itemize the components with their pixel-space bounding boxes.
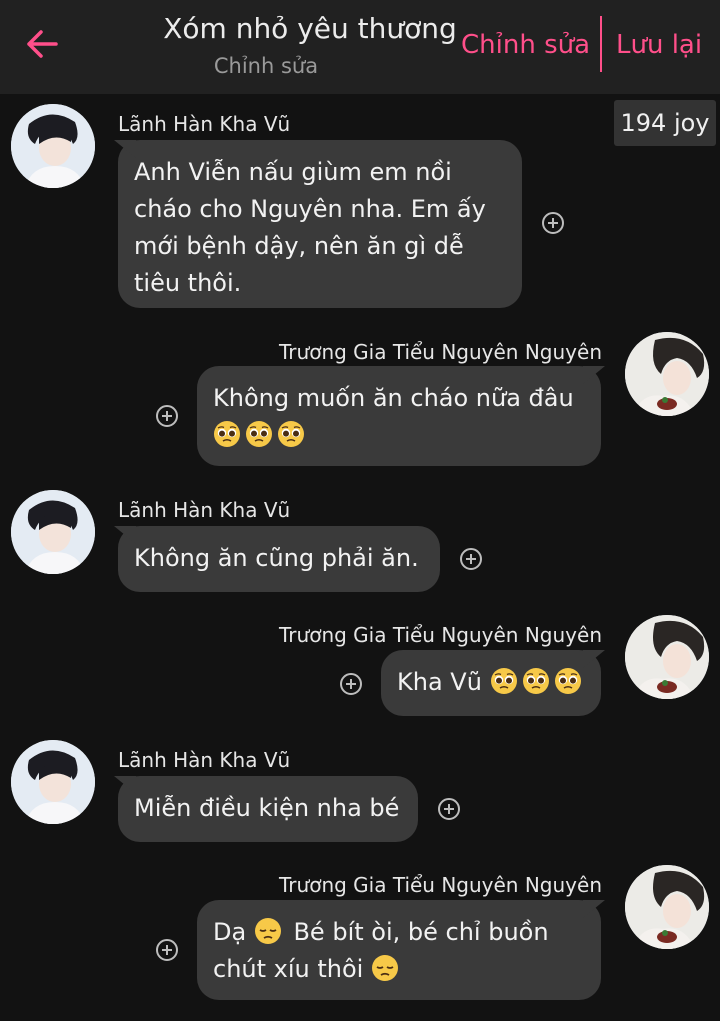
sender-name: Trương Gia Tiểu Nguyên Nguyên [279,623,602,647]
pleading-face-icon [490,667,518,695]
message-bubble[interactable]: Không ăn cũng phải ăn. [118,526,440,592]
sender-name: Lãnh Hàn Kha Vũ [118,748,291,772]
message-text: Kha Vũ [397,668,482,696]
page-title: Xóm nhỏ yêu thương [163,12,457,45]
sender-name: Trương Gia Tiểu Nguyên Nguyên [279,340,602,364]
emoji-row [213,417,601,454]
sender-name: Lãnh Hàn Kha Vũ [118,498,291,522]
sender-name: Trương Gia Tiểu Nguyên Nguyên [279,873,602,897]
message-line: Anh Viễn nấu giùm em nồi [134,158,452,186]
avatar-kha-vu[interactable] [11,104,95,188]
back-arrow-icon [27,30,58,58]
pleading-face-icon [245,420,273,448]
edit-button[interactable]: Chỉnh sửa [461,30,590,60]
header-divider [600,16,602,72]
message-line: chút xíu thôi [213,951,601,988]
pleading-face-icon [277,420,305,448]
add-reaction-icon[interactable] [156,939,178,961]
pleading-face-icon [213,420,241,448]
disappointed-face-icon [254,917,282,945]
pleading-face-icon [522,667,550,695]
joy-badge: 194 joy [614,100,716,146]
message-bubble[interactable]: Không muốn ăn cháo nữa đâu [197,366,601,466]
add-reaction-icon[interactable] [542,212,564,234]
message-bubble[interactable]: Dạ Bé bít òi, bé chỉ buồn chút xíu thôi [197,900,601,1000]
message-text: Không muốn ăn cháo nữa đâu [213,384,574,412]
sender-name: Lãnh Hàn Kha Vũ [118,112,291,136]
top-bar: Xóm nhỏ yêu thương Chỉnh sửa Chỉnh sửa L… [0,0,720,94]
avatar-kha-vu[interactable] [11,490,95,574]
page-subtitle: Chỉnh sửa [213,54,319,78]
avatar-nguyen[interactable] [625,865,709,949]
message-line: cháo cho Nguyên nha. Em ấy [134,195,486,223]
add-reaction-icon[interactable] [460,548,482,570]
message-bubble[interactable]: Anh Viễn nấu giùm em nồi cháo cho Nguyên… [118,140,522,308]
add-reaction-icon[interactable] [156,405,178,427]
avatar-nguyen[interactable] [625,332,709,416]
message-line: Dạ Bé bít òi, bé chỉ buồn [213,917,549,946]
back-button[interactable] [22,24,62,64]
add-reaction-icon[interactable] [340,673,362,695]
message-text: Miễn điều kiện nha bé [134,794,400,822]
message-line: mới bệnh dậy, nên ăn gì dễ [134,232,464,260]
pleading-face-icon [554,667,582,695]
message-text: Không ăn cũng phải ăn. [134,544,419,572]
save-button[interactable]: Lưu lại [616,30,702,60]
message-line: tiêu thôi. [134,269,242,297]
add-reaction-icon[interactable] [438,798,460,820]
avatar-nguyen[interactable] [625,615,709,699]
message-bubble[interactable]: Miễn điều kiện nha bé [118,776,418,842]
disappointed-face-icon [371,954,399,982]
avatar-kha-vu[interactable] [11,740,95,824]
message-bubble[interactable]: Kha Vũ [381,650,601,716]
